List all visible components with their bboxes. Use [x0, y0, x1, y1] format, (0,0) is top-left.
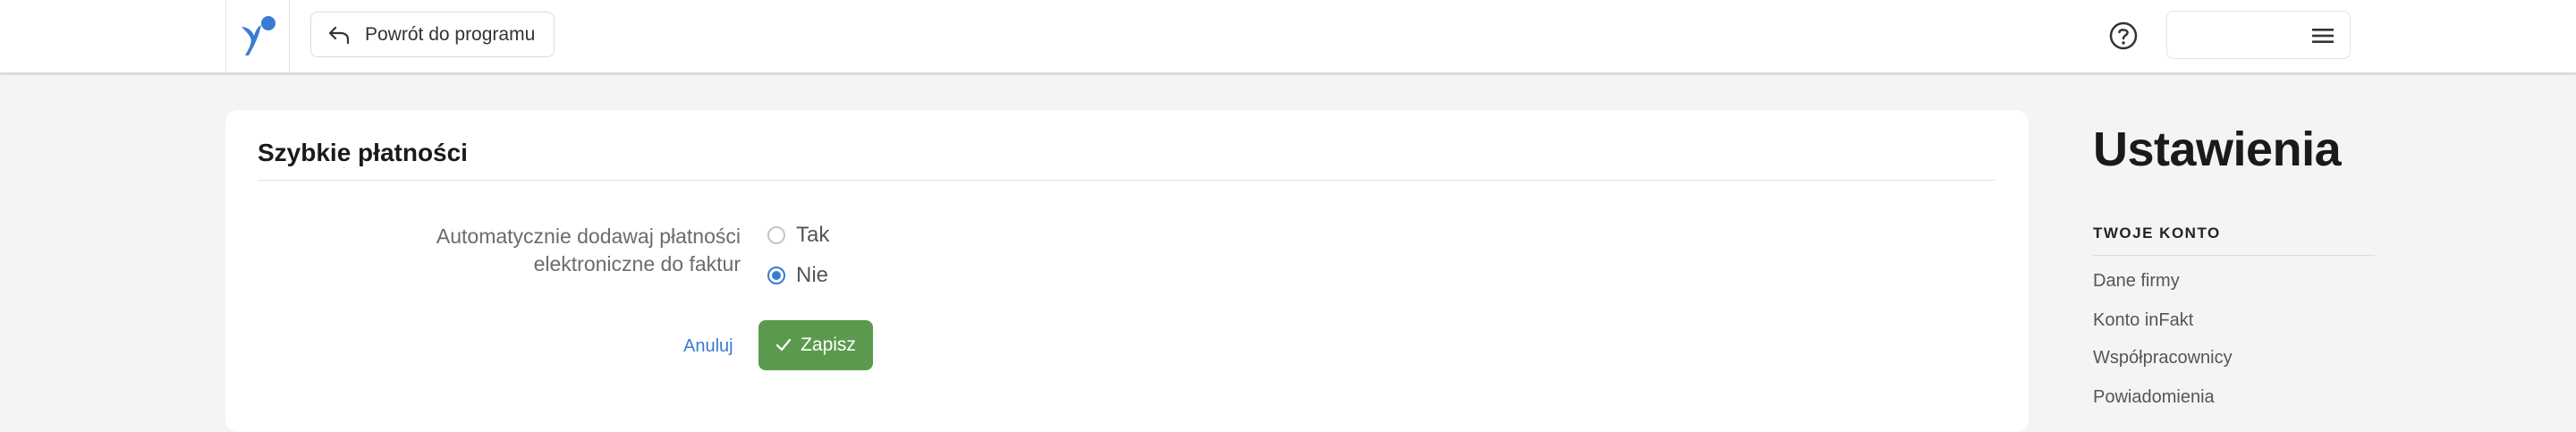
- radio-option-nie[interactable]: Nie: [767, 263, 828, 288]
- settings-title: Ustawienia: [2093, 123, 2342, 176]
- field-label-line2: elektroniczne do faktur: [533, 252, 741, 275]
- radio-nie-label: Nie: [796, 263, 829, 287]
- hamburger-menu-icon: [2312, 29, 2334, 43]
- radio-nie-input[interactable]: [767, 267, 785, 284]
- undo-arrow-icon: [328, 26, 350, 44]
- radio-tak-label: Tak: [796, 223, 830, 247]
- bird-logo-icon: [242, 16, 275, 55]
- card-title: Szybkie płatności: [258, 139, 468, 166]
- field-label-line1: Automatycznie dodawaj płatności: [436, 224, 741, 248]
- back-button-label: Powrót do programu: [365, 23, 536, 45]
- sidebar-item-company-data[interactable]: Dane firmy: [2093, 271, 2180, 292]
- checkmark-icon: [775, 338, 792, 352]
- app-logo[interactable]: [225, 0, 290, 73]
- section-divider: [2093, 255, 2375, 256]
- user-menu-button[interactable]: [2166, 11, 2351, 59]
- quick-payments-card: Szybkie płatności Automatycznie dodawaj …: [225, 110, 2029, 432]
- help-icon[interactable]: [2108, 21, 2139, 51]
- top-navbar: Powrót do programu: [0, 0, 2576, 73]
- sidebar-item-infakt-account[interactable]: Konto inFakt: [2093, 310, 2193, 331]
- sidebar-item-collaborators[interactable]: Współpracownicy: [2093, 348, 2233, 368]
- cancel-link[interactable]: Anuluj: [683, 336, 733, 357]
- save-button[interactable]: Zapisz: [758, 320, 873, 370]
- radio-tak-input[interactable]: [767, 226, 785, 244]
- radio-option-tak[interactable]: Tak: [767, 223, 829, 248]
- card-divider: [258, 180, 1996, 181]
- sidebar-item-notifications[interactable]: Powiadomienia: [2093, 387, 2215, 408]
- account-section-heading: TWOJE KONTO: [2093, 224, 2221, 241]
- auto-payment-field-label: Automatycznie dodawaj płatności elektron…: [386, 223, 741, 278]
- save-button-label: Zapisz: [801, 335, 856, 355]
- back-to-program-button[interactable]: Powrót do programu: [310, 12, 555, 57]
